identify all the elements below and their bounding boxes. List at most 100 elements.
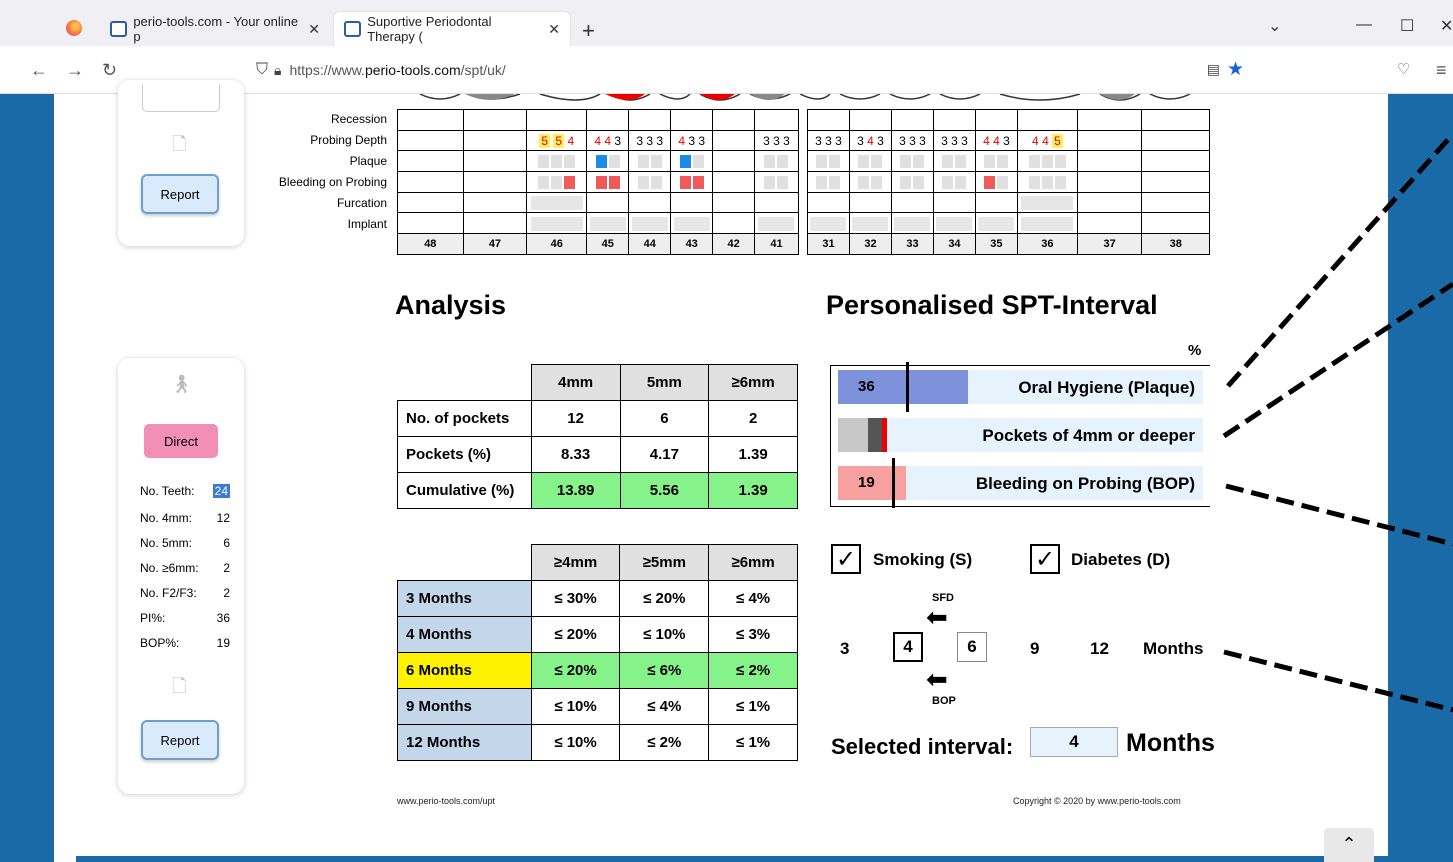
probing-36[interactable]: 4 4 5: [1016, 129, 1078, 152]
tooth-37[interactable]: 37: [1076, 233, 1143, 255]
col-header: ≥4mm: [530, 544, 621, 581]
furcation-row: [807, 191, 1210, 214]
list-tabs-icon[interactable]: ⌄: [1268, 16, 1281, 36]
table-row: 9 Months ≤ 10% ≤ 4% ≤ 1%: [397, 688, 798, 725]
page-left-background: [0, 94, 54, 862]
tooth-34[interactable]: 34: [932, 233, 976, 255]
tooth-number-row: 48 47 46 45 44 43 42 41: [397, 233, 800, 255]
bar-fill: [838, 418, 868, 452]
probing-33[interactable]: 3 3 3: [890, 129, 934, 152]
recession-row: [397, 109, 800, 131]
tooth-43[interactable]: 43: [670, 233, 714, 255]
col-header: ≥6mm: [708, 544, 798, 581]
tooth-32[interactable]: 32: [848, 233, 892, 255]
selected-interval-input[interactable]: 4: [1030, 727, 1118, 757]
probing-31[interactable]: 3 3 3: [807, 129, 850, 152]
spt-interval-heading: Personalised SPT-Interval: [826, 290, 1158, 320]
tooth-35[interactable]: 35: [974, 233, 1018, 255]
tooth-45[interactable]: 45: [586, 233, 630, 255]
row-label-plaque: Plaque: [349, 154, 387, 168]
url-text[interactable]: https://www.perio-tools.com/spt/uk/: [289, 62, 505, 78]
pockets-risk-bar: Pockets of 4mm or deeper: [838, 418, 1203, 452]
table-row: 4 Months ≤ 20% ≤ 10% ≤ 3%: [397, 616, 798, 653]
walking-person-icon[interactable]: 🚶︎: [170, 374, 193, 395]
forward-icon[interactable]: →: [66, 60, 84, 81]
analysis-heading: Analysis: [395, 290, 507, 320]
document-icon[interactable]: 🗋︎: [172, 132, 186, 162]
probing-34[interactable]: 3 3 3: [932, 129, 976, 152]
probing-35[interactable]: 4 4 3: [974, 129, 1018, 152]
probing-32[interactable]: 3 4 3: [848, 129, 892, 152]
plaque-risk-bar: 36 Oral Hygiene (Plaque): [838, 362, 1203, 412]
smoking-checkbox[interactable]: ✓: [831, 544, 861, 574]
direct-button[interactable]: Direct: [144, 424, 218, 458]
month-option-9[interactable]: 9: [1030, 639, 1039, 659]
menu-icon[interactable]: ≡: [1436, 60, 1447, 81]
close-window-icon[interactable]: ✕: [1440, 16, 1453, 36]
tab-perio-tools[interactable]: perio-tools.com - Your online p ✕: [100, 12, 330, 46]
tooth-36[interactable]: 36: [1016, 233, 1078, 255]
report-button[interactable]: Report: [141, 720, 219, 760]
bookmark-star-icon[interactable]: ★: [1227, 58, 1244, 81]
tooth-44[interactable]: 44: [628, 233, 672, 255]
firefox-icon[interactable]: [66, 20, 82, 36]
partial-button[interactable]: [142, 84, 220, 112]
perio-chart-left: 3 3 3 3 4 3 3 3 3 3 3 3 4 4 3 4 4 5 31 3…: [807, 109, 1210, 255]
stat-5mm: No. 5mm: 6: [140, 536, 230, 550]
stat-value[interactable]: 24: [212, 484, 230, 498]
address-bar[interactable]: ⛉ 🔒︎ https://www.perio-tools.com/spt/uk/…: [242, 52, 1272, 88]
row-label-probing-depth: Probing Depth: [310, 133, 387, 147]
footer-url[interactable]: www.perio-tools.com/upt: [397, 796, 495, 806]
reader-view-icon[interactable]: ▤: [1207, 61, 1220, 78]
probing-46[interactable]: 5 5 4: [526, 129, 588, 152]
stat-bop: BOP%: 19: [140, 636, 230, 650]
tooth-41[interactable]: 41: [753, 233, 800, 255]
implant-row: [397, 212, 800, 235]
sidebar-panel-bottom: 🚶︎ Direct 🗋︎ Report: [118, 358, 244, 794]
probing-44[interactable]: 3 3 3: [628, 129, 672, 152]
document-icon[interactable]: 🗋︎: [172, 674, 186, 704]
col-header: ≥5mm: [619, 544, 710, 581]
lock-icon[interactable]: 🔒︎: [274, 62, 281, 79]
pocket-analysis-table: 4mm 5mm ≥6mm No. of pockets 12 6 2 Pocke…: [397, 364, 798, 509]
tooth-46[interactable]: 46: [526, 233, 588, 255]
tab-spt[interactable]: Suportive Periodontal Therapy ( ✕: [334, 12, 570, 46]
tooth-38[interactable]: 38: [1141, 233, 1210, 255]
stat-4mm: No. 4mm: 12: [140, 511, 230, 525]
reload-icon[interactable]: ↻: [102, 60, 117, 81]
threshold-marker: [892, 458, 895, 508]
probing-41[interactable]: 3 3 3: [753, 129, 800, 152]
probing-43[interactable]: 4 3 3: [670, 129, 714, 152]
bar-fill-dark: [868, 418, 882, 452]
probing-45[interactable]: 4 4 3: [586, 129, 630, 152]
month-option-6[interactable]: 6: [957, 632, 987, 662]
tooth-42[interactable]: 42: [712, 233, 755, 255]
shield-icon[interactable]: ⛉: [256, 61, 268, 79]
scroll-to-top-button[interactable]: ⌃: [1324, 828, 1374, 862]
tab-title: Suportive Periodontal Therapy (: [367, 14, 492, 44]
diabetes-label: Diabetes (D): [1071, 550, 1171, 569]
tooth-48[interactable]: 48: [397, 233, 464, 255]
minimize-icon[interactable]: —: [1356, 16, 1372, 34]
selected-interval-unit: Months: [1126, 729, 1215, 757]
left-arrow-icon: ⬅: [926, 664, 948, 694]
tooth-31[interactable]: 31: [807, 233, 850, 255]
bop-small-label: BOP: [932, 695, 956, 707]
close-tab-icon[interactable]: ✕: [308, 21, 320, 38]
month-option-4[interactable]: 4: [893, 632, 923, 662]
tooth-47[interactable]: 47: [462, 233, 528, 255]
maximize-icon[interactable]: ☐: [1400, 16, 1414, 36]
probing-depth-row: 5 5 4 4 4 3 3 3 3 4 3 3 3 3 3: [397, 129, 800, 152]
stat-furcation: No. F2/F3: 2: [140, 586, 230, 600]
month-option-3[interactable]: 3: [840, 639, 849, 659]
month-option-12[interactable]: 12: [1090, 639, 1109, 659]
close-tab-icon[interactable]: ✕: [548, 21, 560, 38]
tooth-33[interactable]: 33: [890, 233, 934, 255]
pocket-icon[interactable]: ♡: [1397, 60, 1410, 78]
recession-row: [807, 109, 1210, 131]
diabetes-checkbox[interactable]: ✓: [1030, 544, 1060, 574]
new-tab-icon[interactable]: +: [582, 18, 595, 44]
bop-risk-bar: 19 Bleeding on Probing (BOP): [838, 458, 1203, 508]
row-label-recession: Recession: [330, 112, 387, 126]
back-icon[interactable]: ←: [30, 60, 48, 81]
